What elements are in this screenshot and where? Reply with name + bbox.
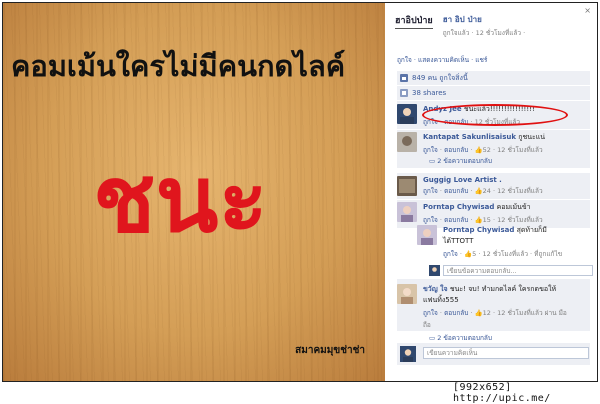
comment-author[interactable]: ขวัญ ใจ [423,285,448,293]
replies-icon: ▭ [429,334,436,342]
comment-author[interactable]: Guggig Love Artist . [423,176,502,184]
comment-text-line2: ได้TTOTT [443,237,474,245]
like-count: 15 [482,216,491,224]
comment-time: · 12 ชั่วโมงที่แล้ว [493,216,543,224]
thumbs-up-icon: 👍 [464,250,473,258]
comment-input[interactable]: เขียนความคิดเห็น [423,347,589,359]
comment-author[interactable]: Porntap Chywisad [443,226,514,234]
replies-count: 2 ข้อความตอบกลับ [437,157,493,165]
comment-time: · 12 ชั่วโมงที่แล้ว · ที่ถูกแก้ไข [478,250,563,258]
meme-image[interactable]: คอมเม้นใครไม่มีคนกดไลค์ ชนะ สมาคมมุขช่าช… [3,3,385,381]
thumbs-up-icon: 👍 [474,187,483,195]
avatar[interactable] [397,176,417,196]
close-icon[interactable]: × [584,6,591,15]
comment-text: คอมเม้นข้า [496,203,531,211]
like-link[interactable]: ถูกใจ [423,309,438,317]
avatar[interactable] [397,202,417,222]
thumbs-up-icon: 👍 [474,309,483,317]
comments-panel: × ฮาอิปป่าย ฮา อิป ป่าย ถูกใจแล้ว · 12 ช… [385,3,597,381]
like-count: 12 [482,309,491,317]
shares-row[interactable]: 38 shares [397,86,590,100]
avatar[interactable] [397,104,417,124]
meme-top-text: คอมเม้นใครไม่มีคนกดไลค์ [11,49,346,83]
avatar[interactable] [397,284,417,304]
avatar[interactable] [397,132,417,152]
like-count: 52 [482,146,491,154]
post-header: ฮาอิปป่าย ฮา อิป ป่าย ถูกใจแล้ว · 12 ชั่… [395,13,525,38]
like-link[interactable]: ถูกใจ [443,250,458,258]
likes-row[interactable]: 849 คน ถูกใจสิ่งนี้ [397,71,590,85]
page-logo[interactable]: ฮาอิปป่าย [395,13,433,29]
thumbs-up-icon: 👍 [474,216,483,224]
shares-count: 38 shares [412,89,447,97]
meme-big-text: ชนะ [93,145,268,253]
comment-text: ชนะ! จบ! ทำมกดไลค์ ใครกดขอให้ [449,285,557,293]
view-replies-link[interactable]: ▭ 2 ข้อความตอบกลับ [429,156,492,166]
comment-text: สุดท้ายก็มี [516,226,547,234]
replies-count: 2 ข้อความตอบกลับ [437,334,493,342]
like-count: 24 [482,187,491,195]
post-actions[interactable]: ถูกใจ · แสดงความคิดเห็น · แชร์ [397,55,487,65]
reply-input[interactable]: เขียนข้อความตอบกลับ... [443,265,593,276]
thumbs-up-icon [400,74,408,82]
like-count: 5 [472,250,477,258]
comment-time-tail: ถือ [423,321,431,329]
poster-name[interactable]: ฮา อิป ป่าย [443,13,525,26]
comment-text-line2: แฟนทิ้ง555 [423,296,459,304]
highlight-annotation [422,104,568,126]
reply-link[interactable]: ตอบกลับ [444,309,468,317]
screenshot-frame: คอมเม้นใครไม่มีคนกดไลค์ ชนะ สมาคมมุขช่าช… [2,2,598,382]
comment-text: กูชนะแน่ [518,133,546,141]
comment-time: · 12 ชั่วโมงที่แล้ว ผ่าน มือ [493,309,567,317]
likes-count: 849 คน ถูกใจสิ่งนี้ [412,73,468,82]
comment-time: · 12 ชั่วโมงที่แล้ว [493,187,543,195]
replies-icon: ▭ [429,157,436,165]
comment-author[interactable]: Porntap Chywisad [423,203,494,211]
avatar [429,265,440,276]
like-link[interactable]: ถูกใจ [423,216,438,224]
avatar [400,346,416,362]
poster-meta: ถูกใจแล้ว · 12 ชั่วโมงที่แล้ว · [442,29,526,37]
reply-link[interactable]: ตอบกลับ [444,216,468,224]
like-link[interactable]: ถูกใจ [423,187,438,195]
avatar[interactable] [417,225,437,245]
reply-link[interactable]: ตอบกลับ [444,146,468,154]
comment-author[interactable]: Kantapat Sakunlisaisuk [423,133,516,141]
thumbs-up-icon: 👍 [474,146,483,154]
comment-time: · 12 ชั่วโมงที่แล้ว [493,146,543,154]
like-link[interactable]: ถูกใจ [423,146,438,154]
share-icon [400,89,408,97]
meme-credit: สมาคมมุขช่าช่า [295,345,365,356]
reply-link[interactable]: ตอบกลับ [444,187,468,195]
view-replies-link[interactable]: ▭ 2 ข้อความตอบกลับ [429,333,492,343]
